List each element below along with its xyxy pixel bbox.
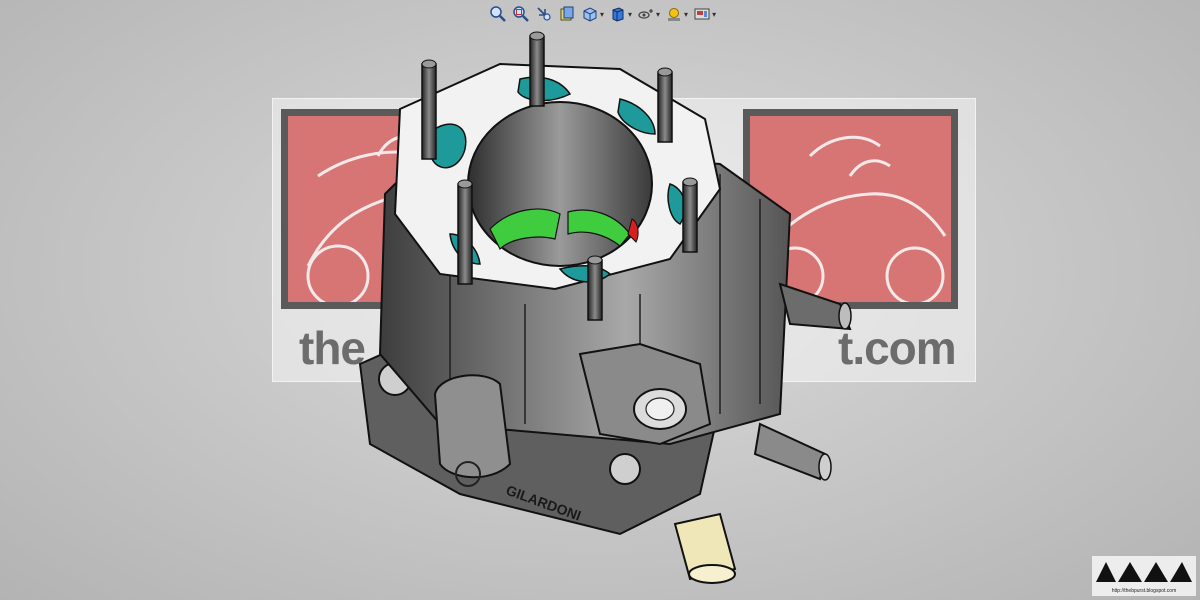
inlet-pipe bbox=[673, 512, 737, 584]
previous-view-button[interactable] bbox=[534, 4, 554, 24]
stud-6 bbox=[587, 255, 603, 321]
zoom-to-fit-button[interactable] bbox=[488, 4, 508, 24]
display-style-button[interactable]: ▾ bbox=[608, 4, 633, 24]
section-view-icon bbox=[560, 6, 574, 21]
section-view-button[interactable] bbox=[557, 4, 577, 24]
stud-3 bbox=[657, 67, 673, 143]
view-orientation-button[interactable]: ▾ bbox=[580, 4, 605, 24]
chevron-down-icon: ▾ bbox=[656, 9, 661, 19]
zoom-to-area-button[interactable] bbox=[511, 4, 531, 24]
edit-appearance-icon bbox=[668, 8, 681, 21]
hide-show-items-icon bbox=[638, 9, 654, 19]
edit-appearance-button[interactable]: ▾ bbox=[664, 4, 689, 24]
stud-2 bbox=[529, 31, 545, 107]
chevron-down-icon: ▾ bbox=[600, 9, 605, 19]
hide-show-items-button[interactable]: ▾ bbox=[636, 4, 661, 24]
apply-scene-button[interactable]: ▾ bbox=[692, 4, 717, 24]
cylinder-model[interactable]: GILARDONI bbox=[340, 24, 860, 594]
stud-1 bbox=[421, 59, 437, 160]
brand-logo-icon bbox=[1096, 562, 1192, 582]
previous-view-icon bbox=[537, 7, 551, 21]
stud-5 bbox=[457, 179, 473, 285]
coolant-side-pipe bbox=[753, 422, 832, 481]
zoom-to-fit-icon bbox=[490, 6, 506, 22]
coolant-outlet-pipe bbox=[778, 282, 852, 331]
chevron-down-icon: ▾ bbox=[712, 9, 717, 19]
heads-up-view-toolbar: ▾ ▾ ▾ ▾ ▾ bbox=[488, 3, 717, 25]
apply-scene-icon bbox=[694, 8, 710, 20]
display-style-icon bbox=[612, 7, 624, 22]
corner-logo-url: http://thebpurst.blogspot.com bbox=[1111, 588, 1177, 594]
graphics-area[interactable]: the t.com ▾ ▾ ▾ ▾ ▾ GILARDONI http://the… bbox=[0, 0, 1200, 600]
zoom-to-area-icon bbox=[513, 6, 529, 22]
mount-hole-right bbox=[609, 453, 641, 485]
stud-4 bbox=[682, 177, 698, 253]
chevron-down-icon: ▾ bbox=[628, 9, 633, 19]
corner-logo: http://thebpurst.blogspot.com bbox=[1092, 556, 1196, 596]
chevron-down-icon: ▾ bbox=[684, 9, 689, 19]
view-orientation-icon bbox=[583, 7, 597, 22]
